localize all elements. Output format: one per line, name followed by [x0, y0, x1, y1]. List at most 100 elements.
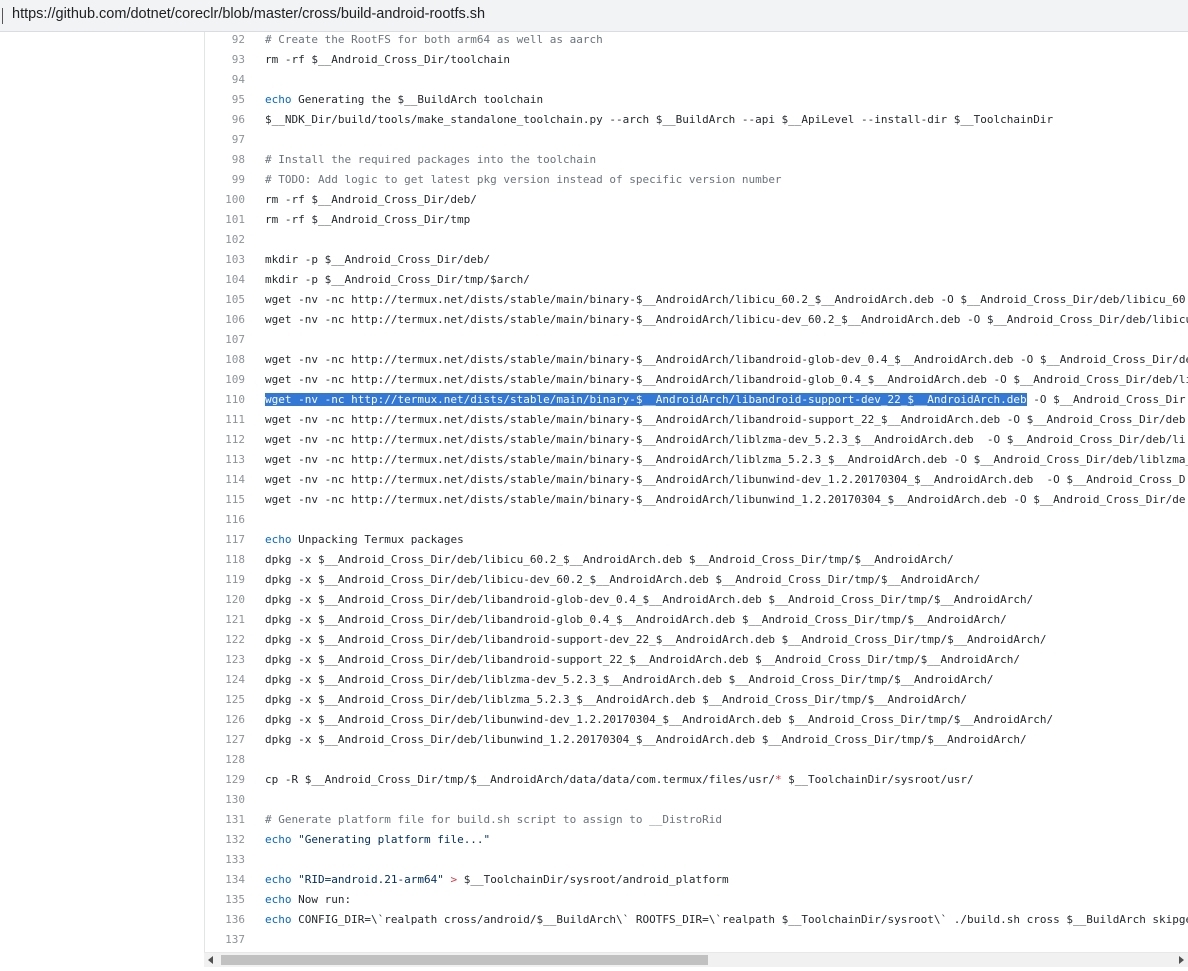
code-line[interactable]: 120 dpkg -x $__Android_Cross_Dir/deb/liba… — [205, 590, 1188, 610]
code-line[interactable]: 100 rm -rf $__Android_Cross_Dir/deb/ — [205, 190, 1188, 210]
line-number[interactable]: 116 — [205, 510, 245, 530]
code-line[interactable]: 123 dpkg -x $__Android_Cross_Dir/deb/liba… — [205, 650, 1188, 670]
code-line[interactable]: 113 wget -nv -nc http://termux.net/dists/… — [205, 450, 1188, 470]
scroll-right-arrow-icon[interactable] — [1179, 956, 1184, 964]
line-number[interactable]: 121 — [205, 610, 245, 630]
code-line[interactable]: 132 echo "Generating platform file..." — [205, 830, 1188, 850]
line-number[interactable]: 122 — [205, 630, 245, 650]
code-line[interactable]: 124 dpkg -x $__Android_Cross_Dir/deb/libl… — [205, 670, 1188, 690]
code-line[interactable]: 110 wget -nv -nc http://termux.net/dists/… — [205, 390, 1188, 410]
code-line[interactable]: 105 wget -nv -nc http://termux.net/dists/… — [205, 290, 1188, 310]
line-number[interactable]: 132 — [205, 830, 245, 850]
code-line[interactable]: 93 rm -rf $__Android_Cross_Dir/toolchain — [205, 50, 1188, 70]
line-number[interactable]: 102 — [205, 230, 245, 250]
line-number[interactable]: 97 — [205, 130, 245, 150]
line-number[interactable]: 123 — [205, 650, 245, 670]
code-line[interactable]: 108 wget -nv -nc http://termux.net/dists/… — [205, 350, 1188, 370]
line-number[interactable]: 113 — [205, 450, 245, 470]
code-line[interactable]: 98 # Install the required packages into t… — [205, 150, 1188, 170]
line-number[interactable]: 124 — [205, 670, 245, 690]
line-number[interactable]: 120 — [205, 590, 245, 610]
url-text[interactable]: https://github.com/dotnet/coreclr/blob/m… — [12, 6, 485, 22]
line-number[interactable]: 128 — [205, 750, 245, 770]
line-number[interactable]: 110 — [205, 390, 245, 410]
line-number[interactable]: 119 — [205, 570, 245, 590]
code-line[interactable]: 96 $__NDK_Dir/build/tools/make_standalone… — [205, 110, 1188, 130]
line-number[interactable]: 133 — [205, 850, 245, 870]
line-number[interactable]: 94 — [205, 70, 245, 90]
scrollbar-thumb[interactable] — [221, 955, 708, 965]
code-line[interactable]: 136 echo CONFIG_DIR=\`realpath cross/andr… — [205, 910, 1188, 930]
code-viewer[interactable]: 92 # Create the RootFS for both arm64 as … — [204, 32, 1188, 952]
line-number[interactable]: 135 — [205, 890, 245, 910]
code-line[interactable]: 117 echo Unpacking Termux packages — [205, 530, 1188, 550]
line-number[interactable]: 100 — [205, 190, 245, 210]
line-number[interactable]: 92 — [205, 32, 245, 50]
line-number[interactable]: 130 — [205, 790, 245, 810]
code-line[interactable]: 130 — [205, 790, 1188, 810]
code-line[interactable]: 104 mkdir -p $__Android_Cross_Dir/tmp/$ar… — [205, 270, 1188, 290]
line-number[interactable]: 99 — [205, 170, 245, 190]
code-line[interactable]: 133 — [205, 850, 1188, 870]
code-line[interactable]: 106 wget -nv -nc http://termux.net/dists/… — [205, 310, 1188, 330]
line-number[interactable]: 109 — [205, 370, 245, 390]
code-line[interactable]: 99 # TODO: Add logic to get latest pkg ve… — [205, 170, 1188, 190]
code-line[interactable]: 111 wget -nv -nc http://termux.net/dists/… — [205, 410, 1188, 430]
code-line[interactable]: 115 wget -nv -nc http://termux.net/dists/… — [205, 490, 1188, 510]
line-number[interactable]: 129 — [205, 770, 245, 790]
code-line[interactable]: 95 echo Generating the $__BuildArch toolc… — [205, 90, 1188, 110]
code-line[interactable]: 102 — [205, 230, 1188, 250]
scroll-left-arrow-icon[interactable] — [208, 956, 213, 964]
code-line[interactable]: 116 — [205, 510, 1188, 530]
line-number[interactable]: 115 — [205, 490, 245, 510]
code-line[interactable]: 112 wget -nv -nc http://termux.net/dists/… — [205, 430, 1188, 450]
line-number[interactable]: 103 — [205, 250, 245, 270]
line-number[interactable]: 125 — [205, 690, 245, 710]
code-line[interactable]: 121 dpkg -x $__Android_Cross_Dir/deb/liba… — [205, 610, 1188, 630]
line-number[interactable]: 93 — [205, 50, 245, 70]
code-line[interactable]: 137 — [205, 930, 1188, 950]
horizontal-scrollbar[interactable] — [204, 952, 1188, 967]
line-number[interactable]: 96 — [205, 110, 245, 130]
code-line[interactable]: 127 dpkg -x $__Android_Cross_Dir/deb/libu… — [205, 730, 1188, 750]
code-line[interactable]: 118 dpkg -x $__Android_Cross_Dir/deb/libi… — [205, 550, 1188, 570]
code-line[interactable]: 134 echo "RID=android.21-arm64" > $__Tool… — [205, 870, 1188, 890]
line-number[interactable]: 104 — [205, 270, 245, 290]
code-line[interactable]: 103 mkdir -p $__Android_Cross_Dir/deb/ — [205, 250, 1188, 270]
line-number[interactable]: 117 — [205, 530, 245, 550]
line-number[interactable]: 114 — [205, 470, 245, 490]
line-number[interactable]: 127 — [205, 730, 245, 750]
code-line[interactable]: 94 — [205, 70, 1188, 90]
code-line[interactable]: 107 — [205, 330, 1188, 350]
line-number[interactable]: 118 — [205, 550, 245, 570]
address-bar[interactable]: https://github.com/dotnet/coreclr/blob/m… — [0, 0, 1188, 32]
line-number[interactable]: 131 — [205, 810, 245, 830]
line-number[interactable]: 112 — [205, 430, 245, 450]
line-number[interactable]: 106 — [205, 310, 245, 330]
line-number[interactable]: 108 — [205, 350, 245, 370]
line-number[interactable]: 107 — [205, 330, 245, 350]
line-number[interactable]: 95 — [205, 90, 245, 110]
code-line[interactable]: 131 # Generate platform file for build.sh… — [205, 810, 1188, 830]
code-line[interactable]: 119 dpkg -x $__Android_Cross_Dir/deb/libi… — [205, 570, 1188, 590]
line-number[interactable]: 105 — [205, 290, 245, 310]
code-line[interactable]: 101 rm -rf $__Android_Cross_Dir/tmp — [205, 210, 1188, 230]
line-number[interactable]: 136 — [205, 910, 245, 930]
code-line[interactable]: 126 dpkg -x $__Android_Cross_Dir/deb/libu… — [205, 710, 1188, 730]
code-line[interactable]: 97 — [205, 130, 1188, 150]
code-line[interactable]: 129 cp -R $__Android_Cross_Dir/tmp/$__And… — [205, 770, 1188, 790]
code-line[interactable]: 109 wget -nv -nc http://termux.net/dists/… — [205, 370, 1188, 390]
code-line[interactable]: 135 echo Now run: — [205, 890, 1188, 910]
line-number[interactable]: 98 — [205, 150, 245, 170]
line-number[interactable]: 126 — [205, 710, 245, 730]
line-number[interactable]: 101 — [205, 210, 245, 230]
code-line[interactable]: 125 dpkg -x $__Android_Cross_Dir/deb/libl… — [205, 690, 1188, 710]
code-line[interactable]: 92 # Create the RootFS for both arm64 as … — [205, 32, 1188, 50]
code-line[interactable]: 114 wget -nv -nc http://termux.net/dists/… — [205, 470, 1188, 490]
code-line[interactable]: 122 dpkg -x $__Android_Cross_Dir/deb/liba… — [205, 630, 1188, 650]
line-number[interactable]: 137 — [205, 930, 245, 950]
code-line[interactable]: 128 — [205, 750, 1188, 770]
line-number[interactable]: 134 — [205, 870, 245, 890]
line-number[interactable]: 111 — [205, 410, 245, 430]
code-token: "Generating platform file..." — [298, 833, 491, 846]
